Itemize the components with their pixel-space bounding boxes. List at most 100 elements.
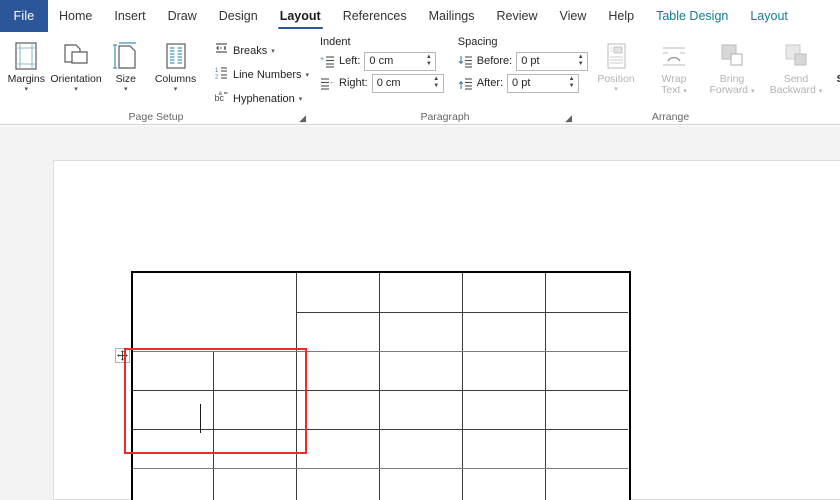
indent-left-value: 0 cm — [369, 55, 394, 67]
columns-label: Columns — [154, 73, 197, 85]
annotation-rectangle — [124, 348, 307, 454]
send-backward-label-2: Backward — [769, 84, 816, 96]
chevron-down-icon[interactable]: ▾ — [25, 86, 29, 94]
tab-insert[interactable]: Insert — [103, 0, 156, 32]
chevron-down-icon[interactable]: ▾ — [683, 88, 687, 95]
tab-file[interactable]: File — [0, 0, 48, 32]
spacing-before-label: Before: — [476, 55, 513, 67]
indent-right-icon: ← — [320, 76, 336, 91]
wrap-text-button[interactable]: Wrap Text ▾ — [648, 36, 700, 102]
size-label: Size — [115, 73, 137, 85]
word-window: File Home Insert Draw Design Layout Refe… — [0, 0, 840, 500]
tab-mailings[interactable]: Mailings — [418, 0, 486, 32]
tab-draw[interactable]: Draw — [157, 0, 208, 32]
position-button[interactable]: Position ▾ — [584, 36, 648, 102]
chevron-down-icon[interactable]: ▾ — [124, 86, 128, 94]
ribbon-group-arrange: Position ▾ Wrap Text ▾ Bring Forward ▾ S… — [578, 32, 840, 125]
tab-design[interactable]: Design — [208, 0, 269, 32]
indent-left-stepper[interactable]: ▲ ▼ — [422, 53, 435, 70]
orientation-icon — [61, 39, 91, 71]
wrap-text-label-2: Text — [661, 84, 681, 96]
spacing-after-row: After: 0 pt ▲ ▼ — [458, 72, 588, 94]
chevron-down-icon[interactable]: ▾ — [299, 95, 303, 103]
indent-left-row: + Left: 0 cm ▲ ▼ — [320, 50, 444, 72]
orientation-button[interactable]: Orientation ▾ — [49, 36, 104, 102]
columns-button[interactable]: Columns ▾ — [148, 36, 203, 102]
size-button[interactable]: Size ▾ — [104, 36, 149, 102]
tab-view[interactable]: View — [548, 0, 597, 32]
spacing-after-stepper[interactable]: ▲ ▼ — [565, 75, 578, 92]
tab-layout[interactable]: Layout — [269, 0, 332, 32]
paragraph-group-label: Paragraph — [420, 111, 470, 123]
hyphenation-button[interactable]: bc a Hyphenation ▾ — [211, 88, 312, 109]
table-col-divider[interactable] — [545, 273, 547, 500]
table-row-divider[interactable] — [133, 468, 628, 470]
ribbon-group-paragraph: Indent + Left: 0 cm ▲ ▼ ← Right: 0 cm ▲ … — [312, 32, 589, 125]
svg-text:2: 2 — [215, 74, 219, 80]
selection-pane-label-1: Selection — [837, 73, 840, 85]
columns-icon — [162, 39, 190, 71]
tab-table-design[interactable]: Table Design — [645, 0, 739, 32]
chevron-down-icon[interactable]: ▾ — [819, 88, 823, 95]
table-row-divider[interactable] — [296, 312, 628, 314]
indent-right-input[interactable]: 0 cm ▲ ▼ — [371, 73, 444, 93]
arrange-group-label: Arrange — [651, 111, 690, 123]
tab-references[interactable]: References — [332, 0, 418, 32]
ribbon-group-page-setup: Margins ▾ Orientation ▾ Size ▾ Columns ▾… — [0, 32, 312, 125]
tab-home[interactable]: Home — [48, 0, 103, 32]
paragraph-dialog-launcher[interactable]: ◢ — [565, 113, 572, 124]
bring-forward-button[interactable]: Bring Forward ▾ — [700, 36, 764, 102]
page-setup-group-label: Page Setup — [128, 111, 184, 123]
table-col-divider[interactable] — [462, 273, 464, 500]
orientation-label: Orientation — [50, 73, 102, 85]
chevron-down-icon[interactable]: ▾ — [174, 86, 178, 94]
size-icon — [112, 39, 140, 71]
selection-pane-button[interactable]: Selection Pane — [828, 36, 840, 102]
spacing-after-icon — [458, 76, 473, 91]
send-backward-button[interactable]: Send Backward ▾ — [764, 36, 828, 102]
spacing-before-row: Before: 0 pt ▲ ▼ — [458, 50, 589, 72]
spacing-after-input[interactable]: 0 pt ▲ ▼ — [507, 73, 580, 93]
ribbon-tab-bar: File Home Insert Draw Design Layout Refe… — [0, 0, 840, 32]
indent-right-value: 0 cm — [376, 77, 401, 89]
tab-table-layout[interactable]: Layout — [739, 0, 799, 32]
breaks-label: Breaks — [233, 44, 268, 57]
table-col-divider[interactable] — [379, 273, 381, 500]
indent-section-title: Indent — [320, 36, 351, 48]
chevron-down-icon[interactable]: ▾ — [74, 86, 78, 94]
indent-right-stepper[interactable]: ▲ ▼ — [430, 75, 443, 92]
svg-text:+: + — [320, 56, 324, 63]
document-canvas[interactable] — [0, 126, 840, 500]
tab-review[interactable]: Review — [485, 0, 548, 32]
margins-label: Margins — [7, 73, 45, 85]
breaks-button[interactable]: Breaks ▾ — [211, 40, 312, 61]
line-numbers-icon: 1 2 — [214, 65, 229, 85]
chevron-down-icon[interactable]: ▾ — [751, 88, 755, 95]
page-setup-dialog-launcher[interactable]: ◢ — [299, 113, 306, 124]
indent-right-label: Right: — [339, 77, 368, 89]
hyphenation-icon: bc a — [214, 89, 229, 109]
indent-left-icon: + — [320, 54, 335, 69]
chevron-down-icon[interactable]: ▾ — [614, 86, 618, 94]
spacing-section-title: Spacing — [457, 36, 498, 48]
wrap-text-icon — [659, 39, 689, 71]
indent-right-row: ← Right: 0 cm ▲ ▼ — [320, 72, 444, 94]
chevron-down-icon[interactable]: ▾ — [271, 47, 275, 55]
ribbon: Margins ▾ Orientation ▾ Size ▾ Columns ▾… — [0, 32, 840, 125]
position-icon — [602, 39, 630, 71]
svg-text:1: 1 — [215, 68, 219, 74]
chevron-down-icon[interactable]: ▾ — [305, 71, 309, 79]
spacing-after-label: After: — [476, 77, 504, 89]
margins-icon — [12, 39, 40, 71]
tab-help[interactable]: Help — [597, 0, 645, 32]
indent-left-input[interactable]: 0 cm ▲ ▼ — [364, 51, 437, 71]
send-backward-icon — [781, 39, 811, 71]
spacing-before-icon — [458, 54, 473, 69]
spacing-before-value: 0 pt — [521, 55, 540, 67]
hyphenation-label: Hyphenation — [233, 92, 295, 105]
indent-left-label: Left: — [339, 55, 361, 67]
line-numbers-label: Line Numbers — [233, 68, 302, 81]
margins-button[interactable]: Margins ▾ — [4, 36, 49, 102]
line-numbers-button[interactable]: 1 2 Line Numbers ▾ — [211, 64, 312, 85]
bring-forward-icon — [717, 39, 747, 71]
